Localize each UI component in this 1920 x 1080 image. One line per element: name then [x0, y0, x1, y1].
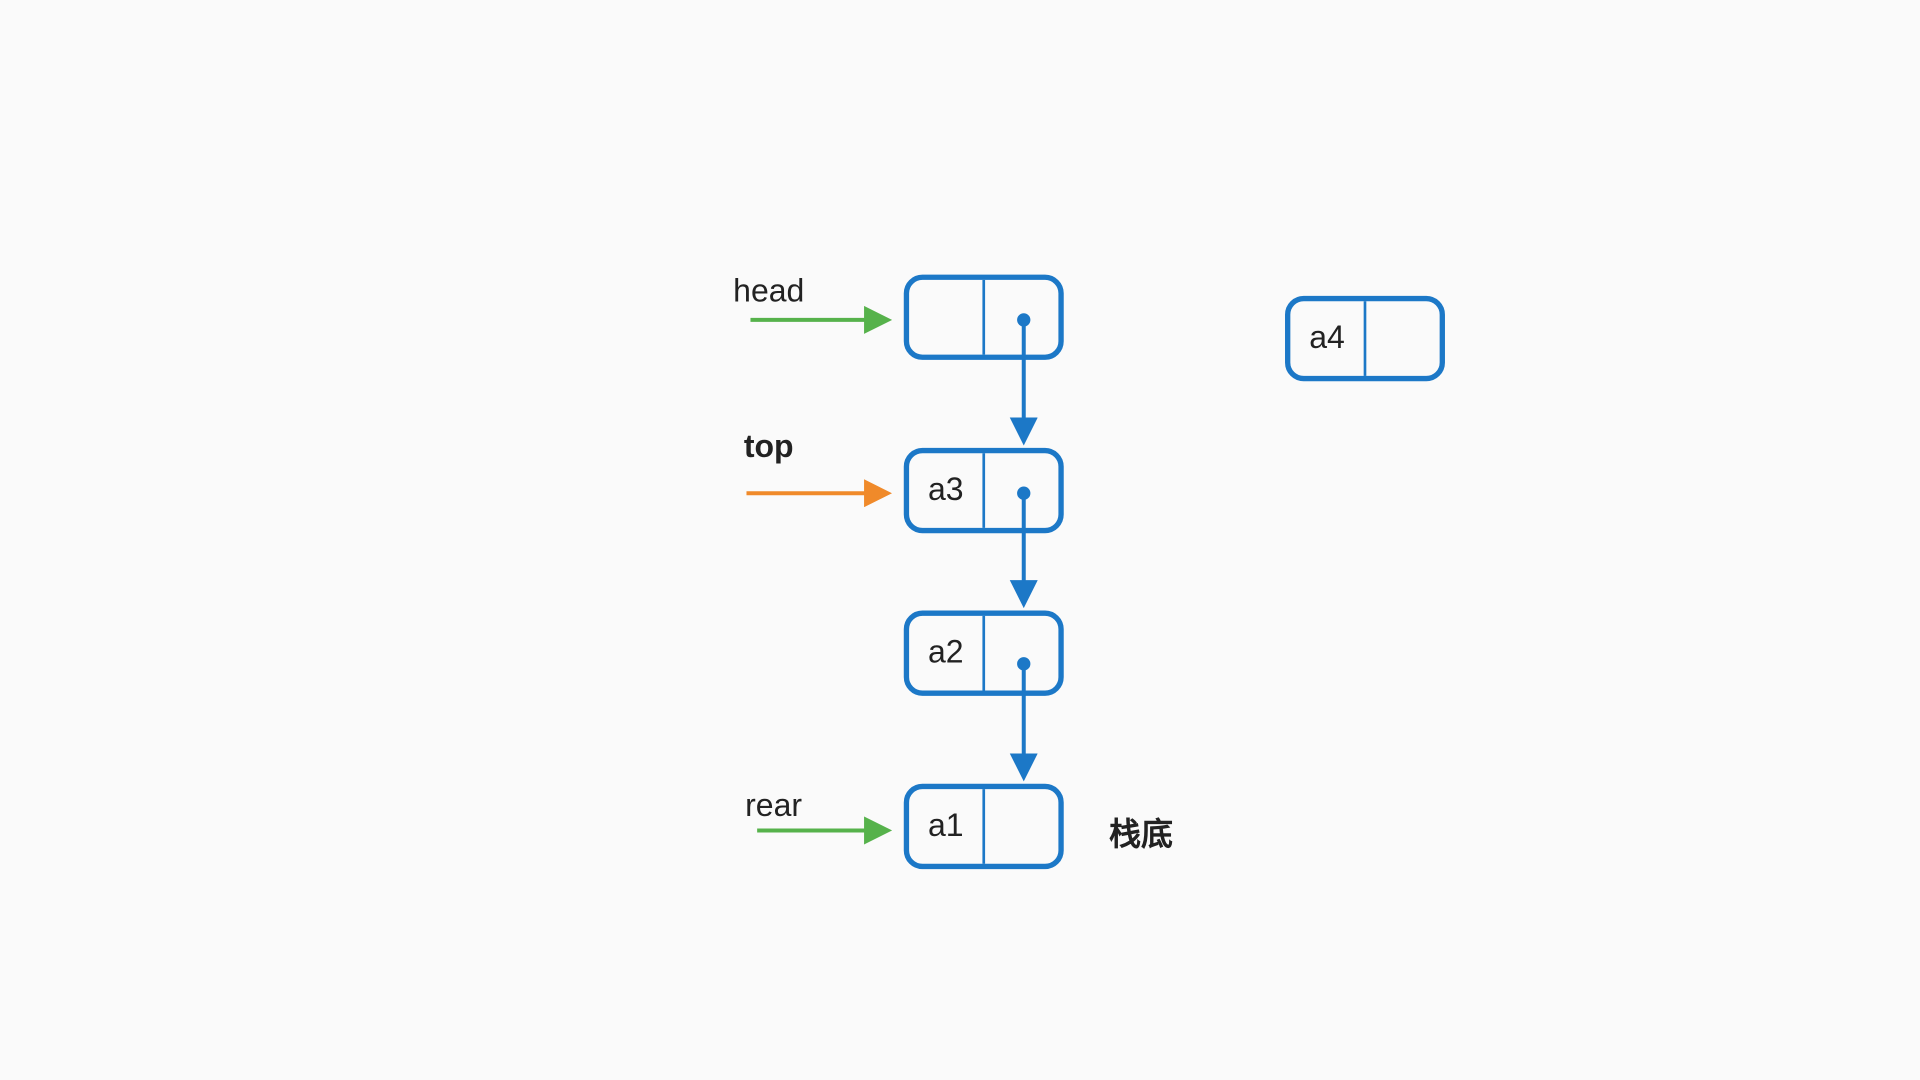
node-a1: a1 — [904, 784, 1064, 869]
node-a4-pointer — [1366, 301, 1439, 376]
node-head-pointer — [985, 280, 1058, 355]
label-stack-bottom: 栈底 — [1109, 808, 1173, 855]
label-rear: rear — [745, 788, 802, 825]
node-a3-pointer — [985, 453, 1058, 528]
node-a1-pointer — [985, 789, 1058, 864]
node-a2-value: a2 — [909, 616, 982, 691]
label-top: top — [744, 429, 794, 466]
node-a2: a2 — [904, 611, 1064, 696]
label-head: head — [733, 273, 804, 310]
node-a3: a3 — [904, 448, 1064, 533]
node-a1-value: a1 — [909, 789, 982, 864]
node-a4-value: a4 — [1290, 301, 1363, 376]
node-head-value — [909, 280, 982, 355]
node-head — [904, 275, 1064, 360]
diagram-canvas: head top rear 栈底 a3 a2 a1 a4 — [0, 0, 1920, 1080]
node-a4: a4 — [1285, 296, 1445, 381]
arrows-overlay — [0, 0, 1920, 1080]
node-a2-pointer — [985, 616, 1058, 691]
node-a3-value: a3 — [909, 453, 982, 528]
